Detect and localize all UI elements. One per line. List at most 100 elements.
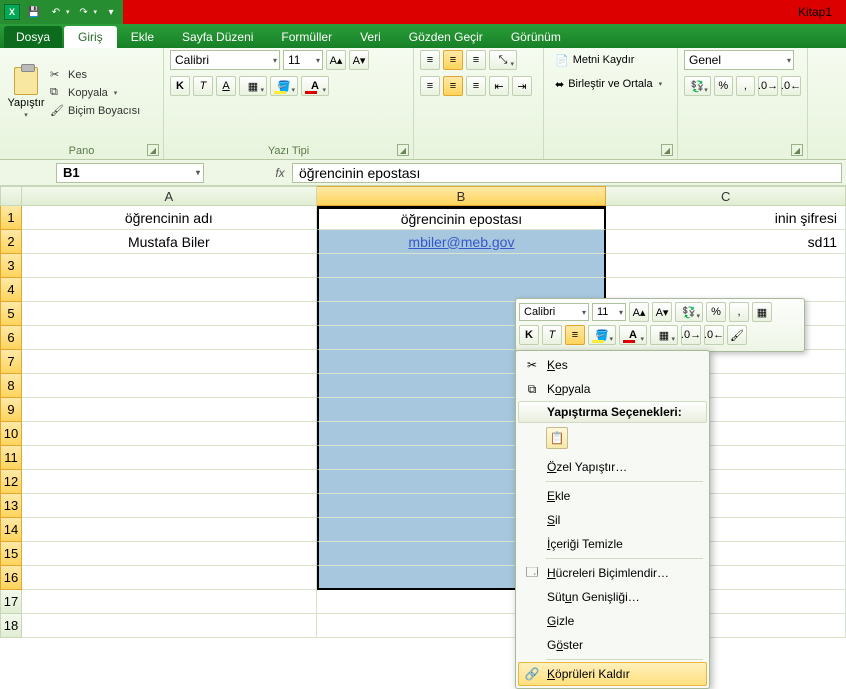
- ctx-delete[interactable]: Sil: [518, 508, 707, 532]
- mini-font-combo[interactable]: Calibri▾: [519, 303, 589, 321]
- row-header[interactable]: 4: [0, 278, 22, 302]
- align-center-icon[interactable]: ≡: [443, 76, 463, 96]
- column-header-b[interactable]: B: [317, 186, 607, 206]
- font-color-button[interactable]: A: [301, 76, 329, 96]
- cell[interactable]: [22, 374, 317, 398]
- paste-button[interactable]: Yapıştır ▾: [6, 50, 46, 136]
- decrease-font-icon[interactable]: A▾: [349, 50, 369, 70]
- wrap-text-button[interactable]: 📄Metni Kaydır: [550, 50, 671, 70]
- ctx-insert[interactable]: Ekle: [518, 484, 707, 508]
- mini-bold-button[interactable]: K: [519, 325, 539, 345]
- excel-icon[interactable]: X: [4, 4, 20, 20]
- save-icon[interactable]: 💾: [26, 4, 42, 20]
- cell[interactable]: [22, 470, 317, 494]
- mini-center-button[interactable]: ≡: [565, 325, 585, 345]
- ctx-remove-hyperlinks[interactable]: 🔗Köprüleri Kaldır: [518, 662, 707, 686]
- copy-button[interactable]: ⧉Kopyala▾: [50, 86, 140, 100]
- mini-format-painter-icon[interactable]: 🖌: [727, 325, 747, 345]
- percent-button[interactable]: %: [714, 76, 733, 96]
- number-dialog-launcher[interactable]: ◢: [791, 144, 803, 156]
- cell[interactable]: [22, 302, 317, 326]
- increase-indent-icon[interactable]: ⇥: [512, 76, 532, 96]
- mini-italic-button[interactable]: T: [542, 325, 562, 345]
- cut-button[interactable]: ✂Kes: [50, 68, 140, 82]
- decrease-decimal-icon[interactable]: .0←: [781, 76, 801, 96]
- cell[interactable]: [606, 254, 846, 278]
- tab-view[interactable]: Görünüm: [497, 26, 575, 48]
- redo-icon[interactable]: ↷: [76, 4, 92, 20]
- font-name-combo[interactable]: Calibri▾: [170, 50, 280, 70]
- italic-button[interactable]: T: [193, 76, 213, 96]
- underline-button[interactable]: A: [216, 76, 236, 96]
- align-top-icon[interactable]: ≡: [420, 50, 440, 70]
- row-header[interactable]: 9: [0, 398, 22, 422]
- comma-button[interactable]: ,: [736, 76, 755, 96]
- mini-increase-decimal-icon[interactable]: .0→: [681, 325, 701, 345]
- fx-icon[interactable]: fx: [268, 166, 292, 180]
- alignment-dialog-launcher[interactable]: ◢: [661, 144, 673, 156]
- border-button[interactable]: ▦: [239, 76, 267, 96]
- orientation-icon[interactable]: ⤡: [489, 50, 517, 70]
- row-header[interactable]: 7: [0, 350, 22, 374]
- paste-default-icon[interactable]: 📋: [546, 427, 568, 449]
- cell[interactable]: [22, 398, 317, 422]
- row-header[interactable]: 3: [0, 254, 22, 278]
- cell-a1[interactable]: öğrencinin adı: [22, 206, 317, 230]
- row-header[interactable]: 18: [0, 614, 22, 638]
- cell[interactable]: [22, 278, 317, 302]
- row-header[interactable]: 17: [0, 590, 22, 614]
- mini-border-button[interactable]: ▦: [650, 325, 678, 345]
- mini-decrease-font-icon[interactable]: A▾: [652, 302, 672, 322]
- hyperlink[interactable]: mbiler@meb.gov: [408, 234, 514, 250]
- cell[interactable]: [317, 254, 607, 278]
- cell-b1[interactable]: öğrencinin epostası: [317, 206, 607, 230]
- mini-cond-format-icon[interactable]: ▦: [752, 302, 772, 322]
- row-header[interactable]: 5: [0, 302, 22, 326]
- align-middle-icon[interactable]: ≡: [443, 50, 463, 70]
- cell-b2[interactable]: mbiler@meb.gov: [317, 230, 607, 254]
- ctx-hide[interactable]: Gizle: [518, 609, 707, 633]
- tab-file[interactable]: Dosya: [4, 26, 62, 48]
- ctx-column-width[interactable]: Sütun Genişliği…: [518, 585, 707, 609]
- column-header-a[interactable]: A: [22, 186, 317, 206]
- format-painter-button[interactable]: 🖌Biçim Boyacısı: [50, 104, 140, 118]
- mini-font-color-button[interactable]: A: [619, 325, 647, 345]
- currency-button[interactable]: 💱: [684, 76, 711, 96]
- mini-percent-icon[interactable]: %: [706, 302, 726, 322]
- fill-color-button[interactable]: 🪣: [270, 76, 298, 96]
- tab-insert[interactable]: Ekle: [117, 26, 168, 48]
- cell[interactable]: [22, 422, 317, 446]
- align-right-icon[interactable]: ≡: [466, 76, 486, 96]
- cell[interactable]: [22, 542, 317, 566]
- tab-home[interactable]: Giriş: [64, 26, 117, 48]
- cell[interactable]: [22, 326, 317, 350]
- increase-font-icon[interactable]: A▴: [326, 50, 346, 70]
- row-header[interactable]: 10: [0, 422, 22, 446]
- row-header[interactable]: 6: [0, 326, 22, 350]
- cell-a2[interactable]: Mustafa Biler: [22, 230, 317, 254]
- cell[interactable]: [22, 254, 317, 278]
- row-header[interactable]: 12: [0, 470, 22, 494]
- column-header-c[interactable]: C: [606, 186, 846, 206]
- align-bottom-icon[interactable]: ≡: [466, 50, 486, 70]
- bold-button[interactable]: K: [170, 76, 190, 96]
- name-box[interactable]: B1▾: [56, 163, 204, 183]
- ctx-clear[interactable]: İçeriği Temizle: [518, 532, 707, 556]
- row-header[interactable]: 13: [0, 494, 22, 518]
- tab-page-layout[interactable]: Sayfa Düzeni: [168, 26, 267, 48]
- mini-increase-font-icon[interactable]: A▴: [629, 302, 649, 322]
- row-header[interactable]: 8: [0, 374, 22, 398]
- increase-decimal-icon[interactable]: .0→: [758, 76, 778, 96]
- font-dialog-launcher[interactable]: ◢: [397, 144, 409, 156]
- cell-c2[interactable]: sd11: [606, 230, 846, 254]
- row-header[interactable]: 15: [0, 542, 22, 566]
- tab-formulas[interactable]: Formüller: [267, 26, 346, 48]
- row-header[interactable]: 11: [0, 446, 22, 470]
- cell[interactable]: [22, 590, 317, 614]
- cell[interactable]: [22, 350, 317, 374]
- merge-center-button[interactable]: ⬌Birleştir ve Ortala▾: [550, 74, 671, 94]
- mini-size-combo[interactable]: 11▾: [592, 303, 626, 321]
- decrease-indent-icon[interactable]: ⇤: [489, 76, 509, 96]
- clipboard-dialog-launcher[interactable]: ◢: [147, 144, 159, 156]
- mini-comma-icon[interactable]: ,: [729, 302, 749, 322]
